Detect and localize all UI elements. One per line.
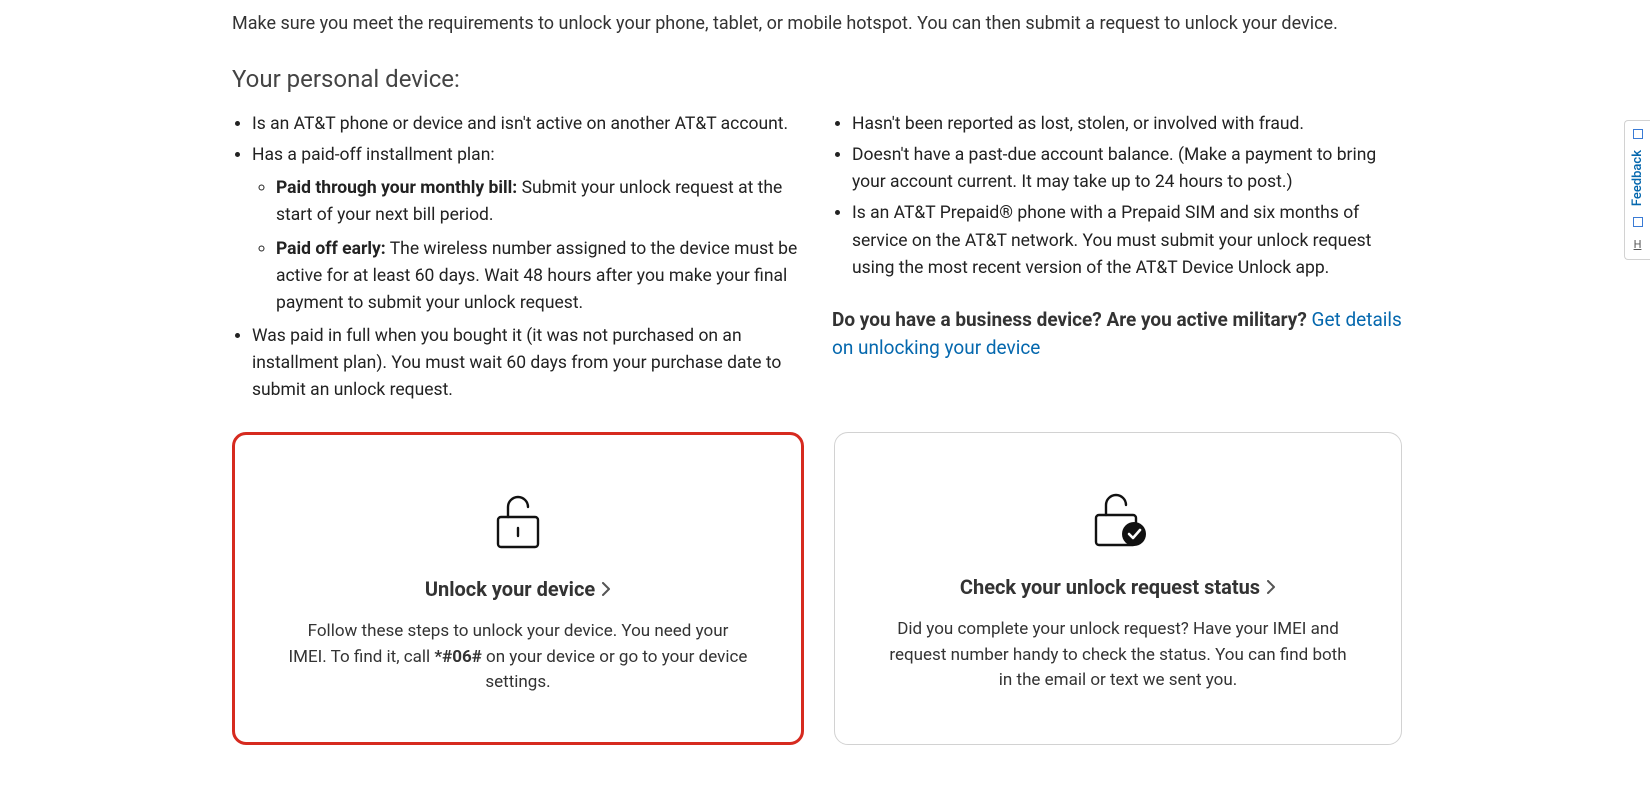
card-title-text: Unlock your device (425, 577, 595, 601)
req-item: Is an AT&T phone or device and isn't act… (252, 111, 802, 138)
card-desc: Did you complete your unlock request? Ha… (888, 617, 1348, 694)
req-item: Is an AT&T Prepaid® phone with a Prepaid… (852, 200, 1402, 281)
card-desc: Follow these steps to unlock your device… (288, 619, 748, 696)
chevron-right-icon (601, 582, 611, 596)
intro-text: Make sure you meet the requirements to u… (232, 0, 1402, 37)
req-bold: Paid off early: (276, 239, 386, 259)
req-subitem: Paid off early: The wireless number assi… (276, 236, 802, 317)
imei-code: *#06# (434, 647, 481, 667)
desc-text: on your device or go to your device sett… (482, 647, 748, 693)
req-item: Has a paid-off installment plan: Paid th… (252, 142, 802, 317)
req-bold: Paid through your monthly bill: (276, 178, 517, 198)
business-military-callout: Do you have a business device? Are you a… (832, 306, 1402, 363)
req-item: Hasn't been reported as lost, stolen, or… (852, 111, 1402, 138)
requirements-left: Is an AT&T phone or device and isn't act… (232, 111, 802, 408)
feedback-handle-icon (1633, 217, 1643, 227)
requirements-right: Hasn't been reported as lost, stolen, or… (832, 111, 1402, 408)
feedback-label: Feedback (1630, 150, 1645, 206)
section-title: Your personal device: (232, 65, 1402, 93)
chevron-right-icon (1266, 580, 1276, 594)
unlock-icon (490, 485, 546, 557)
card-title-link[interactable]: Check your unlock request status (960, 575, 1276, 599)
req-item: Was paid in full when you bought it (it … (252, 323, 802, 404)
card-title-link[interactable]: Unlock your device (425, 577, 611, 601)
feedback-h-icon: H (1634, 238, 1642, 251)
unlock-device-card[interactable]: Unlock your device Follow these steps to… (232, 432, 804, 745)
req-subitem: Paid through your monthly bill: Submit y… (276, 175, 802, 229)
business-question: Do you have a business device? Are you a… (832, 308, 1312, 331)
req-item: Doesn't have a past-due account balance.… (852, 142, 1402, 196)
card-title-text: Check your unlock request status (960, 575, 1260, 599)
unlock-status-icon (1086, 483, 1150, 555)
check-status-card[interactable]: Check your unlock request status Did you… (834, 432, 1402, 745)
feedback-handle-icon (1633, 129, 1643, 139)
feedback-tab[interactable]: Feedback H (1624, 120, 1650, 260)
req-text: Has a paid-off installment plan: (252, 145, 495, 165)
